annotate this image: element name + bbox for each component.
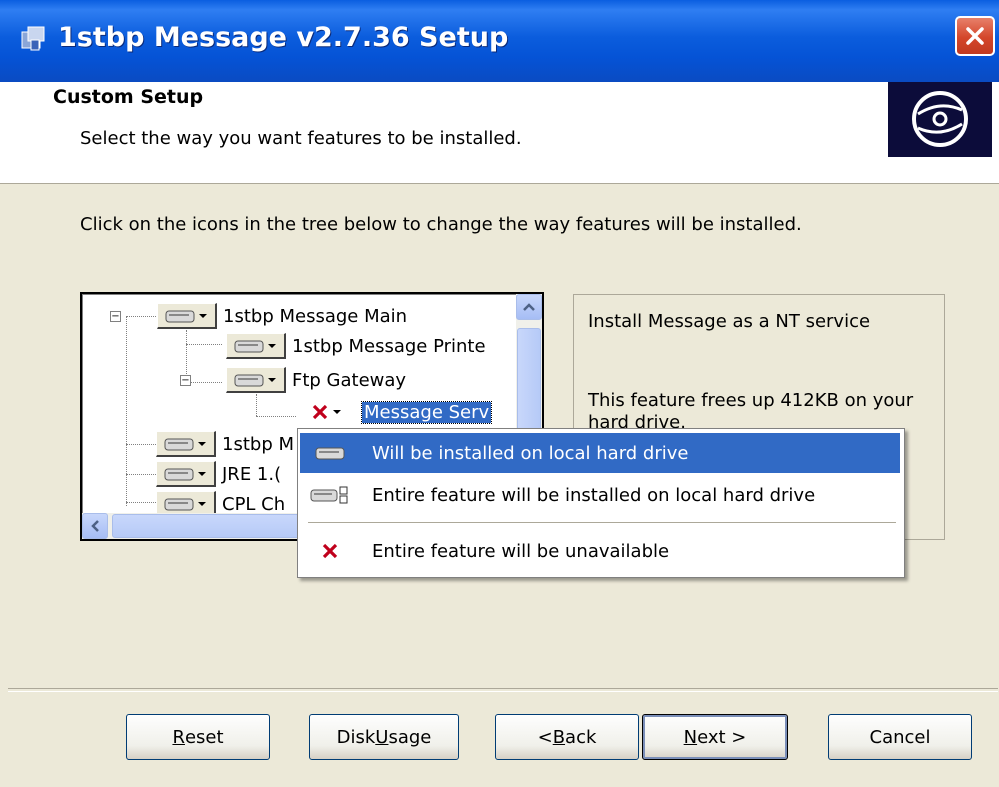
feature-state-dropdown[interactable]: [156, 431, 216, 457]
window-title: 1stbp Message v2.7.36 Setup: [58, 22, 509, 53]
install-state-menu: Will be installed on local hard drive En…: [297, 428, 905, 578]
mnemonic: R: [172, 726, 185, 748]
next-button[interactable]: Next >: [642, 714, 788, 760]
menu-item-install-local[interactable]: Will be installed on local hard drive: [300, 433, 900, 473]
mnemonic: N: [683, 726, 698, 748]
tree-item-main[interactable]: − 1stbp Message Main: [110, 302, 407, 330]
red-x-icon: [322, 543, 338, 559]
tree-item-label: CPL Ch: [222, 493, 286, 515]
chevron-down-icon: [199, 313, 207, 318]
tree-item-ftp-gateway[interactable]: − Ftp Gateway: [180, 366, 406, 394]
close-icon: [966, 27, 984, 45]
tree-item-label: 1stbp Message Printe: [292, 335, 486, 357]
collapse-toggle[interactable]: −: [180, 374, 191, 386]
tree-item-1stbp-m[interactable]: 1stbp M: [156, 430, 294, 458]
chevron-down-icon: [332, 410, 341, 414]
chevron-up-icon: [523, 303, 535, 311]
chevron-down-icon: [268, 343, 276, 348]
feature-state-dropdown[interactable]: [296, 399, 356, 425]
instruction-text: Click on the icons in the tree below to …: [80, 214, 802, 235]
tree-item-label-selected: Message Serv: [360, 400, 493, 424]
drive-icon: [165, 310, 195, 322]
back-button[interactable]: < Back: [495, 714, 639, 760]
chevron-down-icon: [198, 501, 206, 506]
chevron-left-icon: [91, 520, 99, 532]
tree-item-label: 1stbp Message Main: [223, 305, 408, 327]
installer-app-icon: [21, 26, 45, 51]
chevron-down-icon: [198, 441, 206, 446]
mnemonic: U: [375, 726, 389, 748]
title-bar[interactable]: 1stbp Message v2.7.36 Setup: [0, 0, 999, 82]
drive-icon: [234, 340, 264, 352]
header-banner: Custom Setup Select the way you want fea…: [0, 82, 999, 184]
tree-item-jre[interactable]: JRE 1.(: [156, 460, 281, 488]
tree-item-label: 1stbp M: [222, 433, 294, 455]
drive-icon: [164, 438, 194, 450]
disk-usage-button[interactable]: Disk Usage: [309, 714, 459, 760]
feature-state-dropdown[interactable]: [156, 461, 216, 487]
cancel-button[interactable]: Cancel: [828, 714, 972, 760]
tree-item-message-service[interactable]: Message Serv: [296, 398, 493, 426]
collapse-toggle[interactable]: −: [110, 310, 121, 322]
red-x-icon: [312, 404, 327, 420]
feature-state-dropdown[interactable]: [157, 303, 217, 329]
reset-button[interactable]: Reset: [126, 714, 270, 760]
cd-disc-icon: [888, 82, 992, 157]
menu-item-install-entire[interactable]: Entire feature will be installed on loca…: [300, 475, 900, 515]
drive-icon: [234, 374, 264, 386]
mnemonic: B: [552, 726, 566, 748]
chevron-down-icon: [268, 377, 276, 382]
feature-state-dropdown[interactable]: [226, 367, 286, 393]
feature-description: Install Message as a NT service: [588, 311, 871, 332]
close-button[interactable]: [955, 16, 995, 56]
chevron-down-icon: [198, 471, 206, 476]
scroll-up-button[interactable]: [516, 294, 542, 320]
menu-item-label: Entire feature will be installed on loca…: [372, 484, 816, 506]
drive-icon: [164, 468, 194, 480]
footer-separator: [8, 688, 998, 692]
menu-item-label: Will be installed on local hard drive: [372, 442, 689, 464]
feature-state-dropdown[interactable]: [226, 333, 286, 359]
drive-icon: [164, 498, 194, 510]
scroll-left-button[interactable]: [82, 513, 108, 539]
menu-item-label: Entire feature will be unavailable: [372, 540, 670, 562]
page-title: Custom Setup: [53, 86, 204, 108]
page-subtitle: Select the way you want features to be i…: [80, 128, 522, 149]
menu-separator: [308, 522, 896, 523]
menu-item-unavailable[interactable]: Entire feature will be unavailable: [300, 531, 900, 571]
tree-item-label: JRE 1.(: [222, 463, 282, 485]
tree-item-printer[interactable]: 1stbp Message Printe: [226, 332, 486, 360]
tree-item-label: Ftp Gateway: [292, 369, 407, 391]
setup-window: 1stbp Message v2.7.36 Setup Custom Setup…: [0, 0, 999, 787]
drive-tree-icon: [310, 486, 348, 504]
drive-icon: [315, 447, 345, 460]
